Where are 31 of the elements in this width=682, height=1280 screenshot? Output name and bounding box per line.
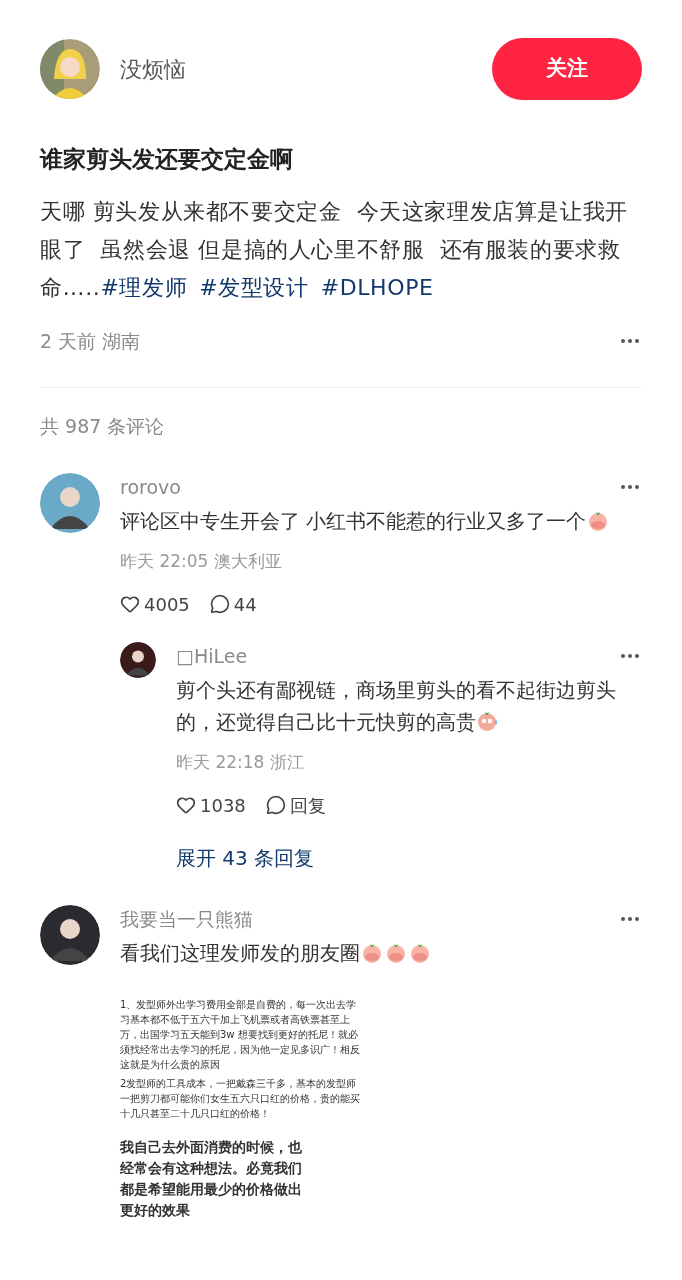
like-button[interactable]: 4005 <box>120 590 190 618</box>
sweat-sticker-icon <box>476 709 500 733</box>
heart-icon <box>120 594 140 614</box>
username[interactable]: 我要当一只熊猫 <box>120 904 253 933</box>
hashtag-link[interactable]: #DLHOPE <box>320 274 434 300</box>
like-button[interactable]: 1038 <box>176 791 246 819</box>
expand-replies-link[interactable]: 展开 43 条回复 <box>176 842 642 873</box>
comment-text: 评论区中专生开会了 小红书不能惹的行业又多了一个 <box>120 505 642 537</box>
image-text: 1、发型师外出学习费用全部是自费的，每一次出去学习基本都不低于五六千加上飞机票或者高铁票甚至上万，出国学习五天能到3w 想要找到更好的托尼！就必须找经常出去学习的托尼，因为他一定见多识广！相反这就是为什么贵的原因 <box>120 998 360 1072</box>
post-meta: 2 天前 湖南 <box>40 328 141 354</box>
avatar[interactable] <box>40 904 100 965</box>
follow-button[interactable]: 关注 <box>492 38 642 100</box>
avatar[interactable] <box>40 472 100 533</box>
post-body: 天哪 剪头发从来都不要交定金 今天这家理发店算是让我开眼了 虽然会退 但是搞的人心里不舒服 还有服装的要求救命…..#理发师 #发型设计 #DLHOPE <box>40 197 629 302</box>
speech-bubble-icon <box>265 795 286 815</box>
comment-meta: 昨天 22:05 澳大利亚 <box>120 550 283 573</box>
speech-bubble-icon <box>209 594 230 614</box>
reply-button[interactable]: 44 <box>209 590 257 618</box>
comment-text: 剪个头还有鄙视链，商场里剪头的看不起街边剪头的，还觉得自己比十元快剪的高贵 <box>176 677 617 736</box>
comment-text: 看我们这理发师发的朋友圈 <box>120 937 642 969</box>
comment-count: 共 987 条评论 <box>40 414 166 439</box>
image-text: 2发型师的工具成本，一把戴森三千多，基本的发型师一把剪刀都可能你们女生五六只口红的价格，贵的能买十几只甚至二十几只口红的价格！ <box>120 1077 360 1121</box>
author-name[interactable]: 没烦恼 <box>120 52 472 86</box>
reply-button[interactable]: 回复 <box>265 791 326 819</box>
heart-icon <box>176 795 196 815</box>
hashtag-link[interactable]: #发型设计 <box>199 274 309 300</box>
image-caption: 我自己去外面消费的时候，也经常会有这种想法。必竟我们都是希望能用最少的价格做出更好的效果 <box>120 1138 303 1220</box>
post-title: 谁家剪头发还要交定金啊 <box>40 145 294 174</box>
avatar[interactable] <box>120 641 156 678</box>
comment-meta: 昨天 22:18 浙江 <box>176 751 305 774</box>
hashtag-link[interactable]: #理发师 <box>100 274 188 300</box>
